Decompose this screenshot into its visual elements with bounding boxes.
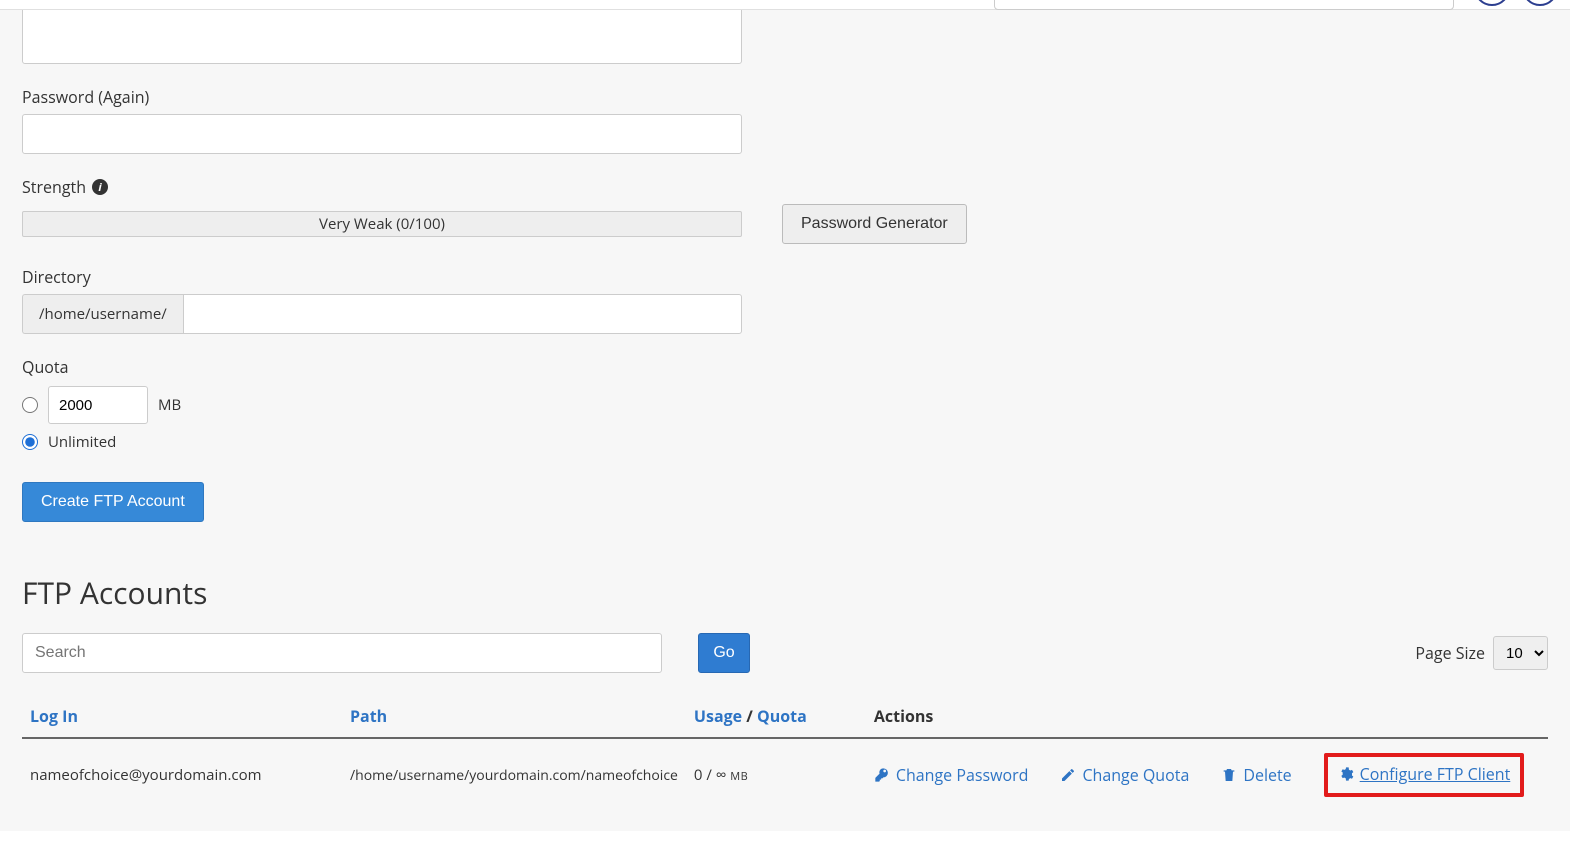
- delete-link[interactable]: Delete: [1221, 764, 1291, 786]
- password-again-field[interactable]: [22, 114, 742, 154]
- configure-highlight: Configure FTP Client: [1324, 753, 1525, 797]
- accounts-search-input[interactable]: [22, 633, 662, 673]
- trash-icon: [1221, 767, 1237, 783]
- password-generator-button[interactable]: Password Generator: [782, 204, 967, 244]
- quota-unit: MB: [158, 395, 181, 415]
- gear-icon: [1338, 766, 1354, 782]
- directory-prefix: /home/username/: [22, 294, 183, 334]
- col-actions: Actions: [866, 695, 1548, 738]
- page-size-select[interactable]: 10: [1493, 636, 1548, 670]
- ftp-accounts-heading: FTP Accounts: [22, 572, 1548, 613]
- strength-label: Strength i: [22, 176, 1548, 198]
- key-icon: [874, 767, 890, 783]
- cell-usage: 0 / ∞ MB: [686, 738, 866, 811]
- change-password-link[interactable]: Change Password: [874, 764, 1029, 786]
- quota-value-field[interactable]: [48, 386, 148, 424]
- col-usage-quota: Usage / Quota: [686, 695, 866, 738]
- quota-unlimited-radio[interactable]: [22, 434, 38, 450]
- page-size-label: Page Size: [1415, 642, 1485, 664]
- change-quota-link[interactable]: Change Quota: [1060, 764, 1189, 786]
- quota-label: Quota: [22, 356, 1548, 378]
- table-row: nameofchoice@yourdomain.com /home/userna…: [22, 738, 1548, 811]
- directory-field[interactable]: [183, 294, 742, 334]
- create-ftp-account-button[interactable]: Create FTP Account: [22, 482, 204, 522]
- ftp-accounts-table: Log In Path Usage / Quota Actions nameof…: [22, 695, 1548, 811]
- password-field[interactable]: [22, 2, 742, 64]
- col-path[interactable]: Path: [342, 695, 686, 738]
- password-again-label: Password (Again): [22, 86, 1548, 108]
- header-search-wrap: [994, 0, 1454, 10]
- col-login[interactable]: Log In: [22, 695, 342, 738]
- directory-label: Directory: [22, 266, 1548, 288]
- quota-limited-radio[interactable]: [22, 397, 38, 413]
- search-tools-input[interactable]: [994, 0, 1454, 10]
- pencil-icon: [1060, 767, 1076, 783]
- configure-ftp-client-link[interactable]: Configure FTP Client: [1338, 763, 1511, 785]
- info-icon[interactable]: i: [92, 179, 108, 195]
- quota-unlimited-label: Unlimited: [48, 432, 116, 452]
- cell-login: nameofchoice@yourdomain.com: [22, 738, 342, 811]
- user-menu-button[interactable]: [1522, 0, 1558, 6]
- strength-meter: Very Weak (0/100): [22, 211, 742, 237]
- go-button[interactable]: Go: [698, 633, 750, 673]
- notifications-button[interactable]: [1474, 0, 1510, 6]
- cell-path: /home/username/yourdomain.com/nameofchoi…: [342, 738, 686, 811]
